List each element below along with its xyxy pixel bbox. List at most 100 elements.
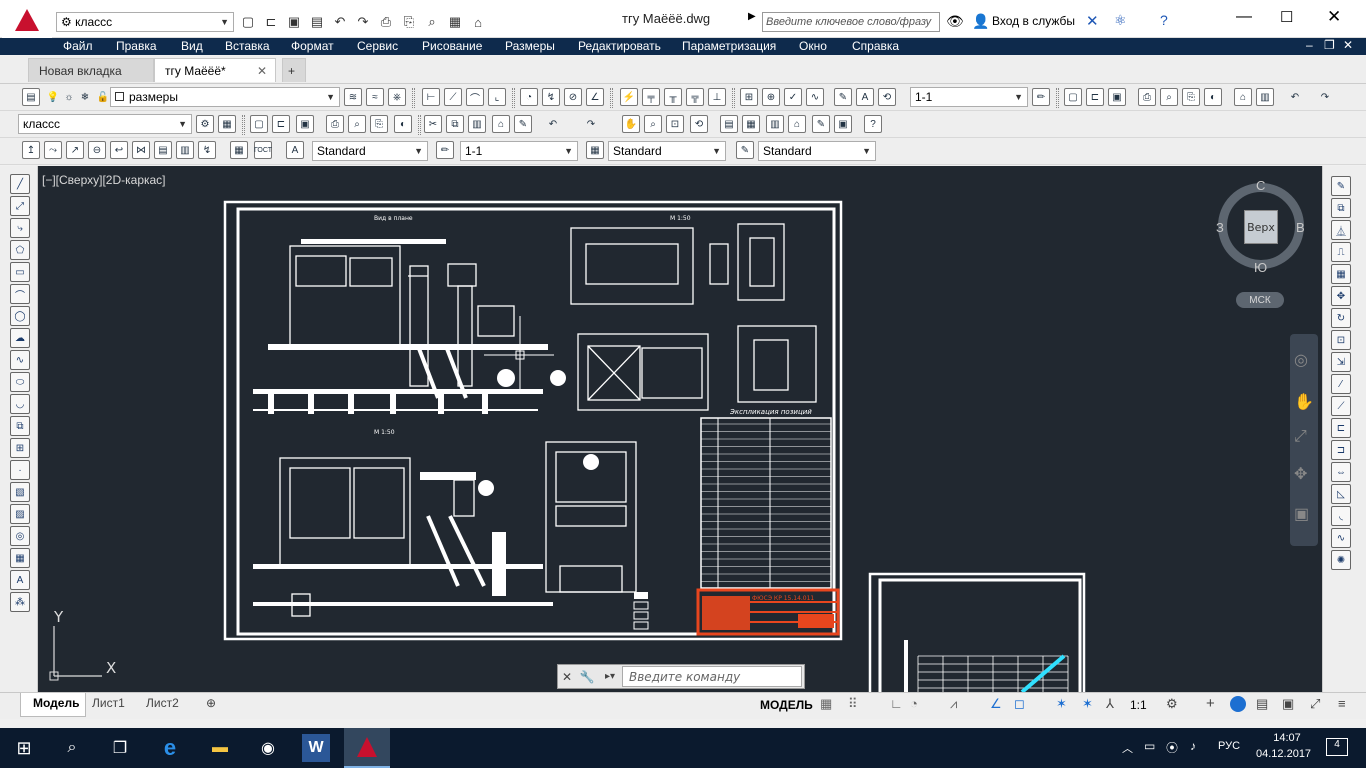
showmotion-icon[interactable]: ▣ — [1294, 504, 1309, 524]
menu-view[interactable]: Вид — [181, 39, 203, 53]
construction-line-icon[interactable]: ⤢ — [10, 196, 30, 216]
file-explorer-icon[interactable]: ▬ — [206, 734, 234, 762]
gear-icon[interactable]: ⚙ — [196, 115, 214, 133]
menu-parametric[interactable]: Параметризация — [682, 39, 776, 53]
point-icon[interactable]: · — [10, 460, 30, 480]
blend-icon[interactable]: ∿ — [1331, 528, 1351, 548]
table-style-icon[interactable]: ▦ — [586, 141, 604, 159]
doc-close-icon[interactable]: ✕ — [1343, 38, 1353, 52]
break-at-point-icon[interactable]: ⊏ — [1331, 418, 1351, 438]
publish-icon[interactable]: ⎘ — [370, 115, 388, 133]
publish-icon[interactable]: ⎘ — [1182, 88, 1200, 106]
help-search-input[interactable]: Введите ключевое слово/фразу — [762, 12, 940, 32]
dim-update-icon[interactable]: ⟲ — [878, 88, 896, 106]
network-icon[interactable]: ⦿ — [1166, 739, 1178, 756]
polar-icon[interactable]: ◔ — [910, 696, 918, 711]
offset-icon[interactable]: ⎍ — [1331, 242, 1351, 262]
preview-icon[interactable]: ⌕ — [348, 115, 366, 133]
zoom-previous-icon[interactable]: ⟲ — [690, 115, 708, 133]
text-style-dropdown[interactable]: Standard ▼ — [312, 141, 428, 161]
dim-text-edit-icon[interactable]: A — [856, 88, 874, 106]
layer-previous-icon[interactable]: ≈ — [366, 88, 384, 106]
search-expand-icon[interactable]: ▶ — [748, 11, 762, 31]
cut-icon[interactable]: ✂ — [424, 115, 442, 133]
close-button[interactable]: ✕ — [1327, 7, 1341, 27]
a360-icon[interactable]: ⚛ — [1114, 12, 1127, 29]
add-layout-icon[interactable]: ⊕ — [206, 696, 216, 710]
dim-style-icon[interactable]: ✏ — [436, 141, 454, 159]
menu-edit[interactable]: Правка — [116, 39, 157, 53]
isodraft-icon[interactable]: ⩘ — [950, 696, 957, 712]
command-prompt-icon[interactable]: ▸▾ — [598, 671, 622, 682]
zoom-realtime-icon[interactable]: ⌕ — [644, 115, 662, 133]
match-props-icon[interactable]: ⌂ — [492, 115, 510, 133]
extend-icon[interactable]: ⟋ — [1331, 396, 1351, 416]
windows-start-icon[interactable]: ⊞ — [10, 734, 38, 762]
viewport-controls[interactable]: [−][Сверху][2D-каркас] — [42, 173, 166, 187]
ucs-menu-button[interactable]: МСК — [1236, 292, 1284, 308]
add-tab-button[interactable]: + — [282, 58, 306, 82]
hatch-icon[interactable]: ▧ — [10, 482, 30, 502]
close-icon[interactable]: ✕ — [558, 670, 576, 684]
match-props-icon[interactable]: ⌂ — [468, 12, 488, 32]
polyline-icon[interactable]: ⤷ — [10, 218, 30, 238]
block-editor-icon[interactable]: ✎ — [514, 115, 532, 133]
viewcube-top-face[interactable]: Верх — [1244, 210, 1278, 244]
sheet-icon[interactable]: ▦ — [445, 12, 465, 32]
doc-minimize-icon[interactable]: – — [1306, 38, 1313, 52]
isolate-objects-icon[interactable] — [1230, 696, 1246, 712]
tab-layout1[interactable]: Лист1 — [92, 696, 125, 710]
make-block-icon[interactable]: ⊞ — [10, 438, 30, 458]
center-mark-icon[interactable]: ⊕ — [762, 88, 780, 106]
dim-arc-icon[interactable]: ⌒ — [466, 88, 484, 106]
minimize-button[interactable]: — — [1236, 8, 1252, 26]
add-selected-icon[interactable]: ⁂ — [10, 592, 30, 612]
new-icon[interactable]: ▢ — [1064, 88, 1082, 106]
model-space-canvas[interactable]: Вид в плане М 1:50 Экспликация позиций М… — [38, 166, 1322, 692]
orbit-icon[interactable]: ✥ — [1294, 464, 1307, 484]
tab-new[interactable]: Новая вкладка — [28, 58, 154, 82]
array-icon[interactable]: ▦ — [1331, 264, 1351, 284]
trim-icon[interactable]: ⁄ — [1331, 374, 1351, 394]
clean-screen-icon[interactable]: ▣ — [1282, 696, 1294, 712]
join-icon[interactable]: ⇔ — [1331, 462, 1351, 482]
move-icon[interactable]: ✥ — [1331, 286, 1351, 306]
plot-icon[interactable]: ⎙ — [1138, 88, 1156, 106]
task-view-icon[interactable]: ❐ — [106, 734, 134, 762]
doc-restore-icon[interactable]: ❐ — [1324, 38, 1335, 52]
battery-icon[interactable]: ▭ — [1144, 739, 1155, 753]
compass-south[interactable]: Ю — [1254, 260, 1267, 275]
compass-east[interactable]: В — [1296, 220, 1305, 235]
table-style-dropdown[interactable]: Standard ▼ — [608, 141, 726, 161]
dim-continue-icon[interactable]: ╥ — [664, 88, 682, 106]
menu-format[interactable]: Формат — [291, 39, 334, 53]
region-icon[interactable]: ◎ — [10, 526, 30, 546]
menu-modify[interactable]: Редактировать — [578, 39, 661, 53]
save-icon[interactable]: ▣ — [284, 12, 304, 32]
edge-icon[interactable]: e — [156, 734, 184, 762]
osnap-tracking-icon[interactable]: ∠ — [990, 696, 1002, 712]
annotation-scale-icon[interactable]: ⅄ — [1106, 696, 1114, 712]
workspace-switcher[interactable]: ⚙ классс ▼ — [56, 12, 234, 32]
fullscreen-icon[interactable]: ⤢ — [1310, 696, 1320, 712]
zoom-window-icon[interactable]: ⊡ — [666, 115, 684, 133]
undo-icon[interactable]: ↶ — [330, 12, 350, 32]
table-icon[interactable]: ▦ — [10, 548, 30, 568]
circle-icon[interactable]: ◯ — [10, 306, 30, 326]
model-space-toggle[interactable]: МОДЕЛЬ — [760, 698, 813, 712]
explode-icon[interactable]: ✺ — [1331, 550, 1351, 570]
polygon-icon[interactable]: ⬠ — [10, 240, 30, 260]
quick-dim-icon[interactable]: ⚡ — [620, 88, 638, 106]
workspace-dropdown[interactable]: классс ▼ — [18, 114, 192, 134]
make-current-icon[interactable]: ≋ — [344, 88, 362, 106]
dim-jogged-icon[interactable]: ↯ — [542, 88, 560, 106]
layer-dropdown[interactable]: размеры ▼ — [110, 87, 340, 107]
tab-document[interactable]: тгу Маёёё* ✕ — [154, 58, 276, 82]
hardware-accel-icon[interactable]: ▤ — [1256, 696, 1268, 712]
render-icon[interactable]: ◐ — [1204, 88, 1222, 106]
new-icon[interactable]: ▢ — [250, 115, 268, 133]
language-indicator[interactable]: РУС — [1218, 740, 1240, 752]
stretch-icon[interactable]: ⇲ — [1331, 352, 1351, 372]
save-as-icon[interactable]: ▤ — [307, 12, 327, 32]
spds-axis-icon[interactable]: ↥ — [22, 141, 40, 159]
